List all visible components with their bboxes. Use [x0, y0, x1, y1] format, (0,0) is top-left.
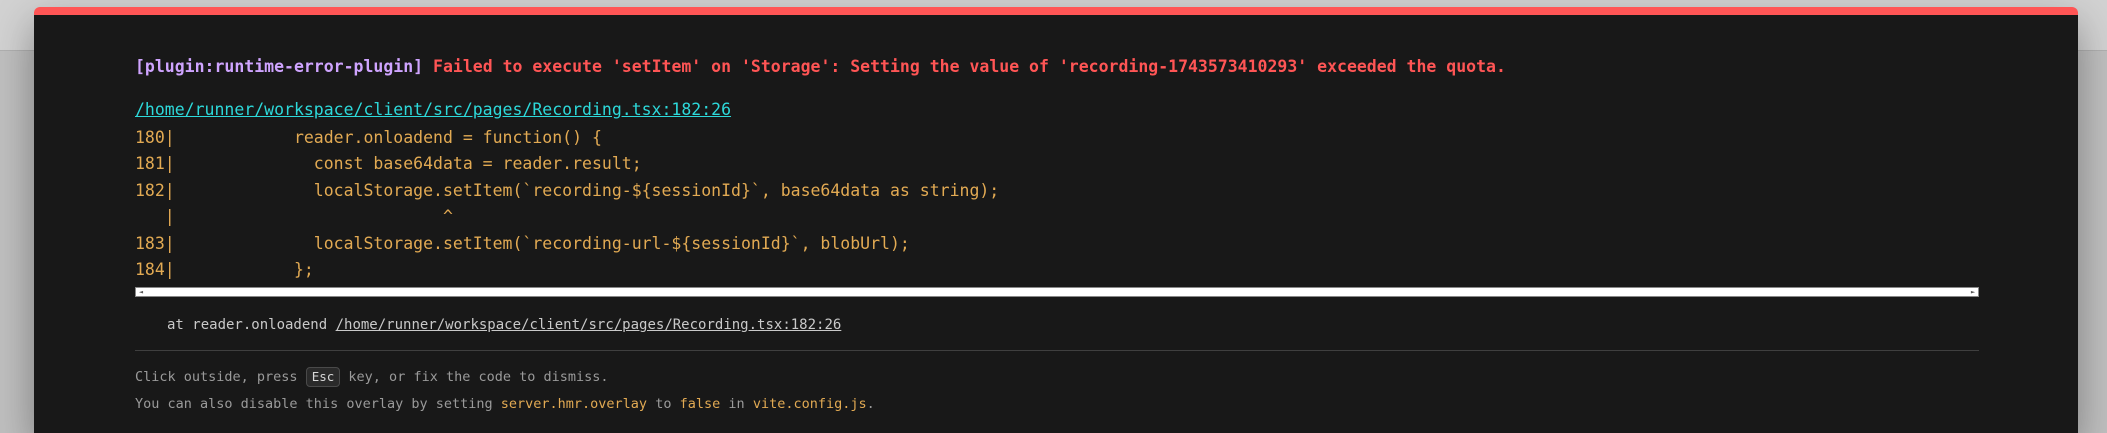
error-plugin-name: [plugin:runtime-error-plugin] — [135, 57, 424, 76]
stack-trace-location-link[interactable]: /home/runner/workspace/client/src/pages/… — [336, 317, 842, 333]
disable-tip-in: in — [728, 396, 745, 412]
code-frame-line: 184| }; — [135, 259, 314, 279]
disable-overlay-tip: You can also disable this overlay by set… — [135, 394, 875, 414]
dismiss-tip: Click outside, press Esc key, or fix the… — [135, 367, 609, 387]
code-frame: 180| reader.onloadend = function() { 181… — [135, 125, 2013, 293]
error-message: [plugin:runtime-error-plugin] Failed to … — [135, 55, 1506, 79]
divider — [135, 350, 1979, 351]
config-file-code: vite.config.js — [752, 396, 867, 412]
code-frame-horizontal-scrollbar[interactable]: ◄ ► — [135, 287, 1979, 297]
error-message-text: Failed to execute 'setItem' on 'Storage'… — [433, 57, 1506, 76]
esc-key-badge: Esc — [305, 367, 341, 387]
code-frame-line: 181| const base64data = reader.result; — [135, 154, 642, 174]
disable-tip-text: You can also disable this overlay by set… — [135, 396, 493, 412]
scroll-right-arrow-icon[interactable]: ► — [1968, 288, 1978, 296]
scroll-left-arrow-icon[interactable]: ◄ — [136, 288, 146, 296]
code-frame-line: | ^ — [135, 207, 453, 227]
error-overlay: [plugin:runtime-error-plugin] Failed to … — [34, 7, 2078, 433]
code-frame-line: 183| localStorage.setItem(`recording-url… — [135, 233, 910, 253]
disable-tip-to: to — [655, 396, 672, 412]
disable-tip-period: . — [866, 396, 875, 412]
error-file-link[interactable]: /home/runner/workspace/client/src/pages/… — [135, 98, 731, 122]
config-value-code: false — [679, 396, 721, 412]
code-frame-line: 180| reader.onloadend = function() { — [135, 128, 602, 147]
dismiss-tip-text: Click outside, press — [135, 369, 298, 385]
stack-trace: at reader.onloadend /home/runner/workspa… — [167, 315, 841, 335]
stack-trace-function: at reader.onloadend — [167, 317, 328, 333]
config-key-code: server.hmr.overlay — [500, 396, 648, 412]
dismiss-tip-text-end: key, or fix the code to dismiss. — [348, 369, 609, 385]
code-frame-line: 182| localStorage.setItem(`recording-${s… — [135, 180, 1000, 200]
